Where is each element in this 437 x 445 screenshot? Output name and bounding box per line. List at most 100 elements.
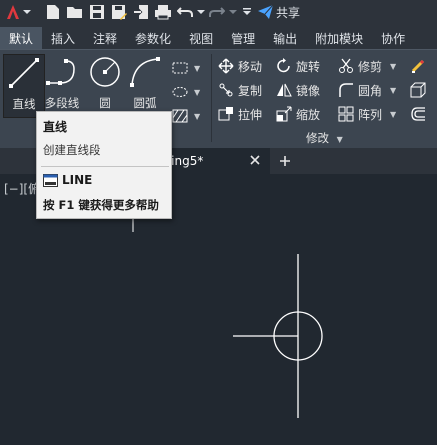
- tooltip-description: 创建直线段: [43, 143, 101, 157]
- hatch-button[interactable]: ▼: [172, 108, 200, 124]
- open-folder-icon[interactable]: [64, 2, 86, 22]
- tab-collaborate[interactable]: 协作: [372, 27, 414, 49]
- tab-annotate[interactable]: 注释: [84, 27, 126, 49]
- application-menu-icon[interactable]: [4, 3, 22, 21]
- share-button[interactable]: 共享: [258, 4, 300, 21]
- line-button[interactable]: 直线: [3, 54, 45, 118]
- fillet-label: 圆角: [358, 83, 383, 98]
- scale-label: 缩放: [296, 107, 321, 122]
- stretch-icon: [218, 106, 234, 122]
- ellipse-button[interactable]: ▼: [172, 84, 200, 100]
- tab-insert[interactable]: 插入: [42, 27, 84, 49]
- undo-icon[interactable]: [174, 2, 196, 22]
- new-tab-button[interactable]: [276, 152, 294, 170]
- panel-divider: [211, 54, 212, 142]
- offset-button[interactable]: [410, 106, 430, 122]
- rectangle-button[interactable]: ▼: [172, 60, 200, 76]
- chevron-down-icon: ▼: [390, 109, 397, 119]
- chevron-down-icon: ▼: [390, 61, 397, 71]
- chevron-down-icon: ▼: [194, 63, 201, 73]
- scale-button[interactable]: 缩放: [276, 106, 330, 123]
- circle-button[interactable]: 圆: [84, 54, 126, 118]
- chevron-down-icon[interactable]: [22, 2, 32, 22]
- erase-button[interactable]: [410, 58, 430, 74]
- polyline-button[interactable]: 多段线: [42, 54, 82, 118]
- share-label: 共享: [276, 5, 301, 20]
- save-as-icon[interactable]: [108, 2, 130, 22]
- tooltip-help: 按 F1 键获得更多帮助: [43, 198, 159, 212]
- arc-icon: [127, 54, 163, 90]
- arc-label: 圆弧: [133, 96, 157, 110]
- explode-icon: [410, 82, 426, 98]
- polyline-icon: [44, 54, 80, 90]
- draw-small-tools: ▼ ▼ ▼: [172, 56, 208, 128]
- mirror-button[interactable]: 镜像: [276, 82, 330, 99]
- modify-tools: 移动 旋转 修剪 ▼ 复制 镜像 圆角 ▼ 拉伸 缩放 阵列 ▼: [218, 54, 430, 126]
- tooltip-command-name: LINE: [62, 173, 93, 187]
- scissors-icon: [338, 58, 354, 74]
- array-button[interactable]: 阵列 ▼: [338, 106, 402, 123]
- undo-dropdown-icon[interactable]: [196, 2, 206, 22]
- arc-button[interactable]: 圆弧: [124, 54, 166, 118]
- copy-icon: [218, 82, 234, 98]
- copy-label: 复制: [238, 83, 263, 98]
- modify-panel-title-label: 修改: [306, 131, 329, 145]
- tooltip-title: 直线: [43, 120, 68, 134]
- tab-manage[interactable]: 管理: [222, 27, 264, 49]
- rectangle-icon: [172, 60, 188, 76]
- polyline-label: 多段线: [44, 96, 80, 110]
- stretch-button[interactable]: 拉伸: [218, 106, 268, 123]
- trim-button[interactable]: 修剪 ▼: [338, 58, 402, 75]
- redo-icon[interactable]: [206, 2, 228, 22]
- rotate-label: 旋转: [296, 59, 321, 74]
- modify-panel-title[interactable]: 修改 ▼: [306, 130, 343, 146]
- share-icon: [258, 5, 273, 19]
- line-label: 直线: [12, 97, 36, 111]
- mirror-icon: [276, 82, 292, 98]
- move-icon: [218, 58, 234, 74]
- tooltip-divider: [41, 166, 169, 167]
- array-icon: [338, 106, 354, 122]
- ribbon-tab-bar: 默认 插入 注释 参数化 视图 管理 输出 附加模块 协作: [0, 24, 437, 49]
- plus-icon: [280, 156, 290, 166]
- explode-button[interactable]: [410, 82, 430, 98]
- chevron-down-icon: ▼: [336, 135, 343, 144]
- offset-icon: [410, 106, 426, 122]
- fillet-button[interactable]: 圆角 ▼: [338, 82, 402, 99]
- line-icon: [6, 55, 42, 91]
- circle-label: 圆: [99, 96, 111, 110]
- close-icon[interactable]: [248, 153, 262, 167]
- rotate-button[interactable]: 旋转: [276, 58, 330, 75]
- import-icon[interactable]: [130, 2, 152, 22]
- new-file-icon[interactable]: [42, 2, 64, 22]
- stretch-label: 拉伸: [238, 107, 263, 122]
- hatch-icon: [172, 108, 188, 124]
- move-button[interactable]: 移动: [218, 58, 268, 75]
- command-line-icon: [43, 173, 58, 187]
- scale-icon: [276, 106, 292, 122]
- ellipse-icon: [172, 84, 188, 100]
- trim-label: 修剪: [358, 59, 383, 74]
- customize-toolbar-icon[interactable]: [242, 2, 252, 22]
- tooltip-command: LINE: [43, 173, 92, 187]
- circle-icon: [87, 54, 123, 90]
- tab-view[interactable]: 视图: [180, 27, 222, 49]
- rotate-icon: [276, 58, 292, 74]
- tab-default[interactable]: 默认: [0, 27, 43, 49]
- chevron-down-icon: ▼: [390, 85, 397, 95]
- tab-parametric[interactable]: 参数化: [126, 27, 180, 49]
- print-icon[interactable]: [152, 2, 174, 22]
- copy-button[interactable]: 复制: [218, 82, 268, 99]
- viewport-controls[interactable]: [−][俯: [4, 180, 40, 197]
- save-icon[interactable]: [86, 2, 108, 22]
- eraser-icon: [410, 58, 426, 74]
- tab-output[interactable]: 输出: [264, 27, 306, 49]
- fillet-icon: [338, 82, 354, 98]
- chevron-down-icon: ▼: [194, 111, 201, 121]
- drawn-geometry: [233, 254, 323, 418]
- move-label: 移动: [238, 59, 263, 74]
- redo-dropdown-icon[interactable]: [228, 2, 238, 22]
- command-tooltip: 直线 创建直线段 LINE 按 F1 键获得更多帮助: [36, 111, 172, 219]
- array-label: 阵列: [358, 107, 383, 122]
- tab-addons[interactable]: 附加模块: [306, 27, 372, 49]
